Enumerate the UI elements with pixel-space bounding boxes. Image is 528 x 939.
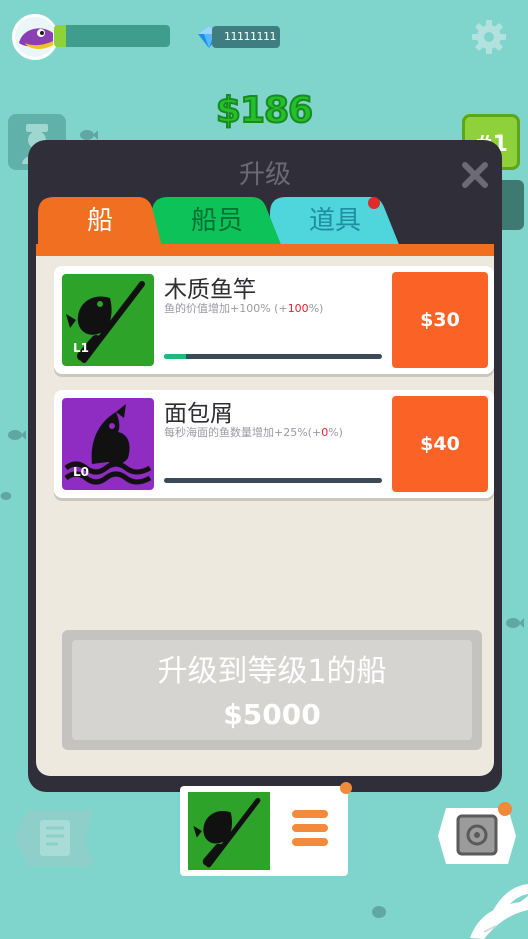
fishing-rod-icon bbox=[188, 792, 270, 870]
card-title: 木质鱼竿 bbox=[164, 277, 256, 303]
tab-crew[interactable]: 船员 bbox=[152, 195, 282, 247]
gem-counter: 11111111 bbox=[212, 26, 280, 48]
upgrade-panel: 升级 道具 船员 船 L1 木质鱼竿 鱼的价值增加+100% (+100%) $… bbox=[28, 140, 502, 792]
money-counter: $186 bbox=[215, 89, 314, 132]
card-description: 每秒海面的鱼数量增加+25%(+0%) bbox=[164, 424, 343, 440]
card-title: 面包屑 bbox=[164, 401, 233, 427]
boat-upgrade-title: 升级到等级1的船 bbox=[157, 654, 387, 689]
boat-upgrade-price: $5000 bbox=[223, 698, 321, 731]
card-level: L0 bbox=[73, 465, 89, 479]
tab-items[interactable]: 道具 bbox=[270, 195, 400, 247]
equipment-card[interactable] bbox=[180, 786, 348, 876]
boat-upgrade-button[interactable]: 升级到等级1的船 $5000 bbox=[62, 630, 482, 750]
notification-dot bbox=[498, 802, 512, 816]
gear-icon[interactable] bbox=[470, 18, 508, 56]
player-avatar[interactable] bbox=[12, 14, 58, 60]
notification-dot bbox=[368, 197, 380, 209]
xp-bar bbox=[54, 25, 170, 47]
xp-bar-fill bbox=[54, 25, 66, 47]
fishing-rod-icon: L1 bbox=[62, 274, 154, 366]
tab-crew-label: 船员 bbox=[190, 206, 243, 236]
buy-button[interactable]: $40 bbox=[392, 396, 488, 492]
buy-button[interactable]: $30 bbox=[392, 272, 488, 368]
boat-upgrade-inner: 升级到等级1的船 $5000 bbox=[72, 640, 472, 740]
desc-increase: +25% bbox=[274, 426, 308, 439]
background-fish-icon bbox=[0, 492, 12, 500]
desc-prefix: 每秒海面的鱼数量增加 bbox=[164, 426, 274, 439]
background-fish-icon bbox=[372, 906, 386, 918]
card-description: 鱼的价值增加+100% (+100%) bbox=[164, 300, 323, 316]
background-fish-icon bbox=[8, 430, 26, 440]
seagull-icon bbox=[470, 884, 528, 939]
purple-fish-avatar-icon bbox=[19, 28, 53, 49]
card-level: L1 bbox=[73, 341, 89, 355]
desc-close: %) bbox=[308, 302, 324, 315]
desc-open: (+ bbox=[307, 426, 322, 439]
background-fish-icon bbox=[506, 618, 524, 628]
safe-icon[interactable] bbox=[438, 808, 516, 864]
tab-boat-label: 船 bbox=[86, 206, 113, 236]
tab-boat[interactable]: 船 bbox=[38, 195, 162, 247]
card-progress-fill bbox=[164, 354, 186, 359]
tab-underline bbox=[36, 244, 494, 256]
tab-items-label: 道具 bbox=[308, 206, 361, 236]
card-progress-bar bbox=[164, 354, 382, 359]
desc-current-bonus: 100 bbox=[287, 302, 309, 315]
desc-open: (+ bbox=[270, 302, 288, 315]
notification-dot bbox=[340, 782, 352, 794]
close-icon[interactable] bbox=[460, 160, 490, 190]
map-scroll-icon[interactable] bbox=[14, 810, 94, 866]
upgrade-list: L1 木质鱼竿 鱼的价值增加+100% (+100%) $30 L0 面包屑 每… bbox=[36, 256, 494, 776]
card-progress-bar bbox=[164, 478, 382, 483]
panel-title: 升级 bbox=[238, 160, 291, 190]
hamburger-icon[interactable] bbox=[292, 808, 328, 848]
jumping-fish-icon: L0 bbox=[62, 398, 154, 490]
desc-increase: +100% bbox=[230, 302, 271, 315]
upgrade-card-rod: L1 木质鱼竿 鱼的价值增加+100% (+100%) $30 bbox=[54, 266, 494, 374]
upgrade-card-bread: L0 面包屑 每秒海面的鱼数量增加+25%(+0%) $40 bbox=[54, 390, 494, 498]
desc-prefix: 鱼的价值增加 bbox=[164, 302, 230, 315]
desc-close: %) bbox=[328, 426, 343, 439]
